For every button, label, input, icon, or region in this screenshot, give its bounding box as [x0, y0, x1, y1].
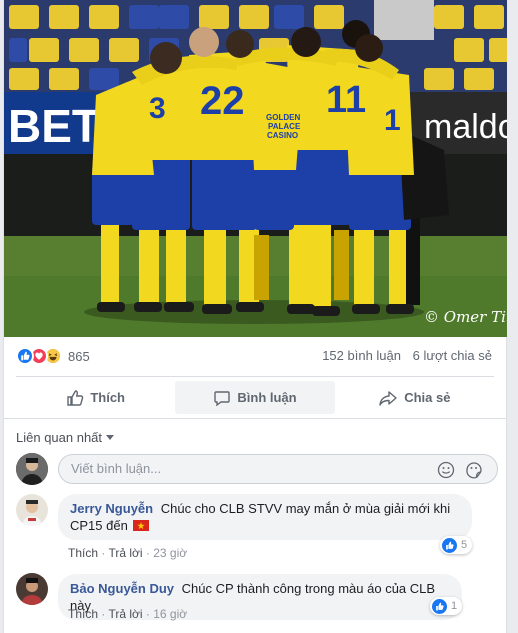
reaction-count[interactable]: 865 [68, 349, 90, 364]
divider [16, 376, 494, 377]
chevron-down-icon [106, 435, 115, 440]
post-photo[interactable]: BETO maldo [4, 0, 507, 337]
share-icon [379, 390, 397, 406]
post-counts: 152 bình luận 6 lượt chia sẻ [322, 348, 492, 363]
comment-like-number: 5 [461, 539, 468, 551]
comment-composer[interactable] [58, 454, 498, 484]
comment-input[interactable] [71, 461, 411, 476]
sponsor-line-3: CASINO [267, 131, 298, 140]
comment-button[interactable]: Bình luận [175, 381, 335, 414]
emoji-icon[interactable] [437, 461, 455, 479]
comment-author-link[interactable]: Jerry Nguyễn [70, 501, 153, 516]
banner-text-right: maldo [424, 108, 507, 146]
comment-count-link[interactable]: 152 bình luận [322, 348, 401, 363]
share-count-link[interactable]: 6 lượt chia sẻ [413, 348, 492, 363]
post-actions: Thích Bình luận Chia sẻ [16, 381, 494, 414]
comment-sort-dropdown[interactable]: Liên quan nhất [16, 430, 115, 445]
comment-author-link[interactable]: Bảo Nguyễn Duy [70, 581, 174, 596]
commenter-avatar[interactable] [16, 573, 48, 605]
like-icon [432, 598, 447, 614]
current-user-avatar[interactable] [16, 453, 48, 485]
comment-bubble: Jerry Nguyễn Chúc cho CLB STVV may mắn ở… [58, 494, 472, 540]
jersey-number-3: 3 [149, 92, 166, 125]
commenter-avatar-image [16, 573, 48, 605]
like-icon [442, 537, 457, 553]
sponsor-line-2: PALACE [268, 122, 301, 131]
like-button[interactable]: Thích [16, 381, 175, 414]
commenter-avatar-image [16, 494, 48, 526]
comment-timestamp[interactable]: 16 giờ [143, 607, 188, 621]
comment-like-link[interactable]: Thích [68, 546, 98, 560]
comment-sort-label: Liên quan nhất [16, 430, 103, 445]
sticker-icon[interactable] [465, 461, 483, 479]
jersey-number-22: 22 [200, 79, 245, 123]
comment-timestamp[interactable]: 23 giờ [143, 546, 188, 560]
thumbs-up-icon [67, 389, 84, 406]
user-avatar-image [16, 453, 48, 485]
divider [4, 418, 506, 419]
team-huddle-image: BETO maldo [4, 0, 507, 337]
comment-reply-link[interactable]: Trả lời [98, 546, 143, 560]
share-button[interactable]: Chia sẻ [335, 381, 494, 414]
comment-like-count[interactable]: 1 [430, 597, 463, 615]
commenter-avatar[interactable] [16, 494, 48, 526]
comment-like-count[interactable]: 5 [440, 536, 473, 554]
photo-watermark: © Omer Tits [424, 308, 507, 326]
reactions-summary[interactable]: 865 [16, 345, 90, 367]
sponsor-line-1: GOLDEN [266, 113, 300, 122]
comment-like-link[interactable]: Thích [68, 607, 98, 621]
comment-icon [214, 390, 231, 406]
like-button-label: Thích [90, 390, 125, 405]
comment-meta: ThíchTrả lời16 giờ [68, 607, 187, 621]
like-icon [16, 347, 34, 365]
comment-meta: ThíchTrả lời23 giờ [68, 546, 187, 560]
comment-text: CP15 đến [70, 518, 128, 533]
comment-button-label: Bình luận [237, 390, 297, 405]
comment-like-number: 1 [451, 600, 458, 612]
post-card: BETO maldo [3, 0, 507, 633]
comment-reply-link[interactable]: Trả lời [98, 607, 143, 621]
jersey-number-1: 1 [384, 104, 401, 137]
share-button-label: Chia sẻ [404, 390, 451, 405]
comment-text: Chúc cho CLB STVV may mắn ở mùa giải mới… [160, 501, 451, 516]
jersey-number-11: 11 [326, 79, 366, 121]
vietnam-flag-icon [133, 520, 150, 531]
